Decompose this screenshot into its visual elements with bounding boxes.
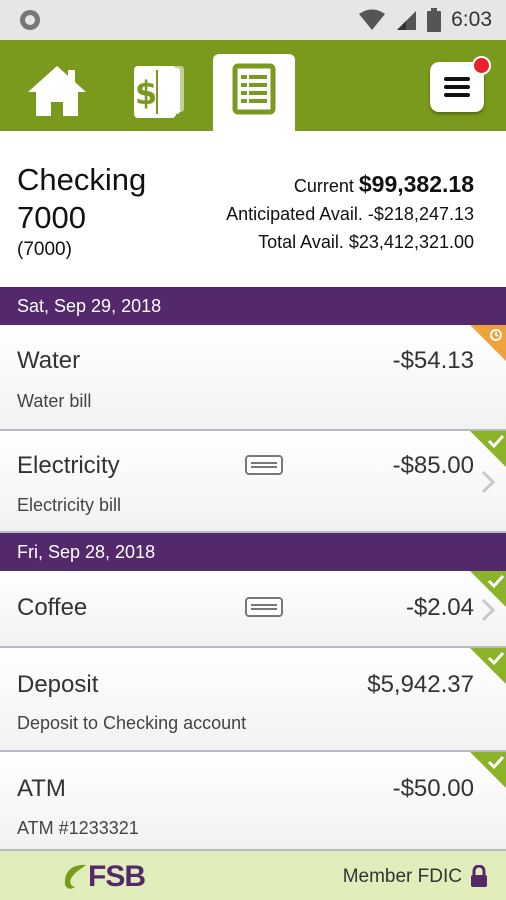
member-fdic: Member FDIC: [342, 866, 462, 887]
list-document-icon: [232, 63, 276, 115]
cleared-check-icon: [470, 752, 506, 788]
chevron-right-icon[interactable]: [480, 597, 496, 623]
transaction-name: Deposit: [17, 671, 99, 698]
transaction-amount: $5,942.37: [367, 671, 474, 698]
current-value: $99,382.18: [358, 171, 474, 197]
transaction-name: Water: [17, 347, 81, 374]
notification-dot-icon: [20, 10, 40, 30]
account-number: (7000): [17, 239, 72, 260]
home-icon: [28, 66, 86, 116]
transaction-row[interactable]: Water Water bill -$54.13: [0, 325, 506, 431]
transaction-description: Deposit to Checking account: [17, 713, 247, 733]
lock-icon: [471, 865, 487, 887]
date-header: Fri, Sep 28, 2018: [0, 533, 506, 571]
battery-icon: [427, 8, 442, 32]
transaction-row[interactable]: Deposit Deposit to Checking account $5,9…: [0, 648, 506, 752]
cleared-check-icon: [470, 431, 506, 467]
transaction-amount: -$2.04: [405, 594, 474, 621]
date-label: Fri, Sep 28, 2018: [17, 542, 156, 562]
account-name: Checking 7000: [17, 162, 147, 235]
transaction-name: ATM: [17, 775, 66, 802]
account-summary: Checking 7000 (7000) Current $99,382.18 …: [0, 131, 506, 287]
tab-home[interactable]: [16, 54, 98, 131]
current-balance: Current $99,382.18: [294, 171, 474, 198]
hamburger-menu-icon: [444, 77, 470, 81]
transaction-name: Coffee: [17, 594, 88, 621]
date-label: Sat, Sep 29, 2018: [17, 296, 162, 316]
hamburger-bar: [444, 85, 470, 89]
transaction-description: ATM #1233321: [17, 818, 139, 838]
leaf-logo-icon: [64, 864, 86, 889]
current-label: Current: [293, 176, 354, 196]
logo-text: FSB: [88, 860, 146, 893]
card-icon: [245, 455, 283, 475]
transaction-description: Electricity bill: [17, 495, 122, 515]
transaction-name: Electricity: [17, 452, 120, 479]
cleared-check-icon: [470, 648, 506, 684]
clock: 6:03: [451, 8, 492, 31]
transaction-amount: -$50.00: [392, 775, 474, 802]
transaction-amount: -$54.13: [392, 347, 474, 374]
notification-badge: [472, 56, 491, 75]
dollar-cards-icon: $: [134, 66, 184, 118]
fsb-logo: FSB: [62, 860, 146, 894]
date-header: Sat, Sep 29, 2018: [0, 287, 506, 325]
hamburger-bar: [444, 93, 470, 97]
top-nav: $: [0, 40, 506, 131]
status-bar: 6:03: [0, 0, 506, 40]
card-icon: [245, 597, 283, 617]
tab-transfer[interactable]: $: [114, 54, 196, 131]
footer: FSB Member FDIC: [0, 851, 506, 900]
total-balance: Total Avail. $23,412,321.00: [258, 232, 474, 252]
transaction-row[interactable]: Electricity Electricity bill -$85.00: [0, 431, 506, 533]
anticipated-balance: Anticipated Avail. -$218,247.13: [226, 204, 474, 224]
chevron-right-icon[interactable]: [480, 469, 496, 495]
transaction-amount: -$85.00: [392, 452, 474, 479]
wifi-icon: [359, 9, 386, 30]
signal-icon: [397, 11, 417, 30]
transaction-row[interactable]: ATM ATM #1233321 -$50.00: [0, 752, 506, 851]
transaction-row[interactable]: Coffee -$2.04: [0, 571, 506, 648]
svg-text:$: $: [135, 74, 157, 112]
tab-transactions[interactable]: [213, 54, 295, 131]
transaction-description: Water bill: [17, 391, 92, 411]
pending-clock-icon: [470, 325, 506, 361]
